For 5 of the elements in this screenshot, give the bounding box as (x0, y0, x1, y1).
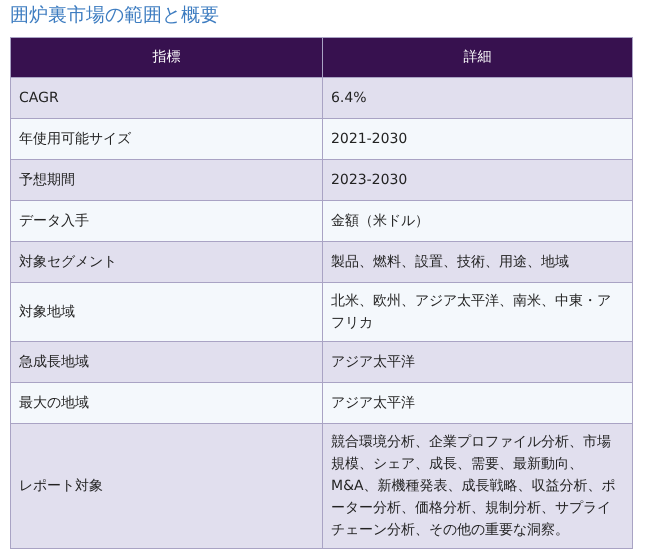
column-header: 詳細 (322, 38, 632, 78)
table-cell: レポート対象 (10, 424, 322, 548)
section-title: 囲炉裏市場の範囲と概要 (10, 3, 220, 28)
column-header: 指標 (10, 38, 322, 78)
table-cell: 競合環境分析、企業プロファイル分析、市場規模、シェア、成長、需要、最新動向、M&A、新機種発表、成長戦略、収益分析、ポーター分析、価格分析、規制分析、サプライチェーン分析、その他の重要な洞察。 (322, 424, 632, 548)
